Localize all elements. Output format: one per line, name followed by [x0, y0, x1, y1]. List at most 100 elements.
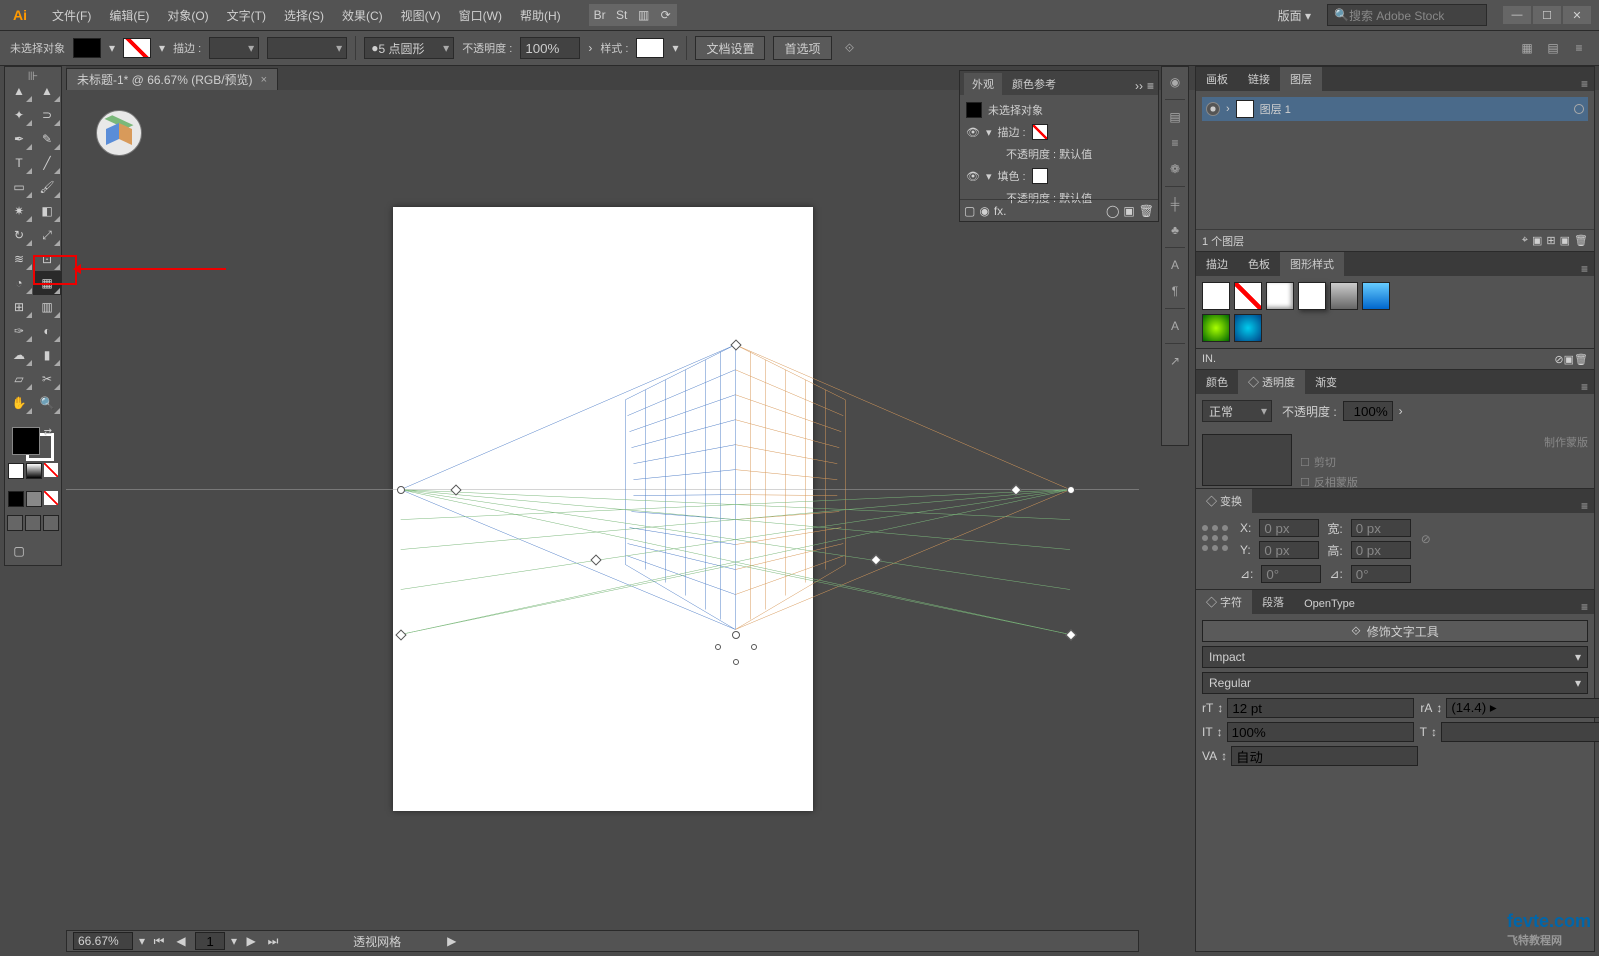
add-effect-icon[interactable]: fx.: [994, 204, 1007, 218]
new-layer-icon[interactable]: ▣: [1560, 234, 1570, 247]
panel-menu-icon[interactable]: ≡: [1575, 380, 1594, 394]
curvature-tool[interactable]: ✎: [33, 127, 61, 151]
plane-left-icon[interactable]: [106, 123, 119, 145]
vscale-input[interactable]: [1227, 722, 1414, 742]
grid-handle-ground-right[interactable]: [1065, 629, 1076, 640]
font-family-dropdown[interactable]: Impact: [1202, 646, 1588, 668]
align2-icon[interactable]: ▤: [1543, 38, 1563, 58]
status-flyout-icon[interactable]: ▶: [447, 934, 456, 948]
touch-type-button[interactable]: ⟐修饰文字工具: [1202, 620, 1588, 642]
transparency-tab[interactable]: ◇ 透明度: [1238, 370, 1305, 394]
style-swatch[interactable]: [1234, 314, 1262, 342]
last-artboard-icon[interactable]: ⏭: [265, 933, 281, 949]
dock-align-icon[interactable]: A: [1164, 315, 1186, 337]
artboard-tool[interactable]: ▱: [5, 367, 33, 391]
panel-collapse-icon[interactable]: ››: [1135, 79, 1143, 93]
gradient-fill-icon[interactable]: [26, 463, 42, 479]
width-tool[interactable]: ≋: [5, 247, 33, 271]
visibility-icon[interactable]: 👁: [966, 126, 980, 139]
delete-icon[interactable]: 🗑: [1139, 204, 1154, 218]
opacity-flyout-icon[interactable]: ›: [588, 41, 592, 55]
none-mode-icon[interactable]: [44, 491, 58, 505]
document-setup-button[interactable]: 文档设置: [695, 36, 765, 60]
grid-handle-left-vp[interactable]: [397, 486, 405, 494]
opacity-input[interactable]: [520, 37, 580, 59]
panel-menu-icon[interactable]: ≡: [1575, 499, 1594, 513]
minimize-button[interactable]: —: [1503, 6, 1531, 24]
color-tab[interactable]: 颜色: [1196, 370, 1238, 394]
panel-menu-icon[interactable]: ≡: [1147, 79, 1154, 93]
artboard-nav-dropdown-icon[interactable]: ▾: [231, 934, 237, 948]
paragraph-tab[interactable]: 段落: [1252, 590, 1294, 614]
clip-checkbox[interactable]: ☐剪切: [1300, 454, 1588, 470]
w-input[interactable]: [1351, 519, 1411, 537]
dock-swatch-icon[interactable]: ▤: [1164, 106, 1186, 128]
first-artboard-icon[interactable]: ⏮: [151, 933, 167, 949]
layer-name[interactable]: 图层 1: [1260, 101, 1291, 117]
grid-handle-right-vp[interactable]: [1067, 486, 1075, 494]
default-fill-icon[interactable]: [8, 463, 24, 479]
stroke-dropdown-icon[interactable]: ▾: [159, 41, 165, 55]
leading-input[interactable]: [1446, 698, 1599, 718]
hscale-input[interactable]: [1441, 722, 1599, 742]
zoom-dropdown-icon[interactable]: ▾: [139, 934, 145, 948]
zoom-tool[interactable]: 🔍: [33, 391, 61, 415]
locate-icon[interactable]: ⌖: [1522, 234, 1528, 247]
grid-cell-handle[interactable]: [733, 659, 739, 665]
stroke-swatch[interactable]: [1032, 124, 1048, 140]
fill-dropdown-icon[interactable]: ▾: [109, 41, 115, 55]
close-tab-icon[interactable]: ×: [261, 74, 267, 86]
paintbrush-tool[interactable]: 🖌: [33, 175, 61, 199]
arrange-icon[interactable]: ▥: [633, 4, 655, 26]
slice-tool[interactable]: ✂: [33, 367, 61, 391]
column-graph-tool[interactable]: ▮: [33, 343, 61, 367]
reference-point[interactable]: [1202, 525, 1230, 553]
rotate-tool[interactable]: ↻: [5, 223, 33, 247]
appearance-tab[interactable]: 外观: [964, 73, 1002, 95]
fill-swatch[interactable]: [1032, 168, 1048, 184]
shape-builder-tool[interactable]: ◔: [5, 271, 33, 295]
gradient-tab[interactable]: 渐变: [1305, 370, 1347, 394]
stroke-variable[interactable]: [267, 37, 347, 59]
opacity-flyout-icon[interactable]: ›: [1399, 404, 1403, 418]
lasso-tool[interactable]: ⊃: [33, 103, 61, 127]
dock-gradient-icon[interactable]: ♣: [1164, 219, 1186, 241]
dock-brush-icon[interactable]: ≡: [1164, 132, 1186, 154]
prev-artboard-icon[interactable]: ◀: [173, 933, 189, 949]
character-tab[interactable]: ◇ 字符: [1196, 590, 1252, 614]
style-swatch[interactable]: [1202, 314, 1230, 342]
kerning-input[interactable]: [1231, 746, 1418, 766]
dock-stroke-icon[interactable]: ╪: [1164, 193, 1186, 215]
fill-swatch[interactable]: [73, 38, 101, 58]
zoom-level[interactable]: 66.67%: [73, 932, 133, 950]
opentype-tab[interactable]: OpenType: [1294, 594, 1365, 614]
visibility-icon[interactable]: 👁: [966, 170, 980, 183]
blend-mode-dropdown[interactable]: 正常: [1202, 400, 1272, 422]
font-style-dropdown[interactable]: Regular: [1202, 672, 1588, 694]
gradient-tool[interactable]: ▥: [33, 295, 61, 319]
eyedropper-tool[interactable]: ✑: [5, 319, 33, 343]
shaper-tool[interactable]: ✷: [5, 199, 33, 223]
close-button[interactable]: ✕: [1563, 6, 1591, 24]
magic-wand-tool[interactable]: ✦: [5, 103, 33, 127]
menu-edit[interactable]: 编辑(E): [101, 3, 157, 28]
document-tab[interactable]: 未标题-1* @ 66.67% (RGB/预览) ×: [66, 68, 278, 90]
lib-new-icon[interactable]: ▣: [1564, 353, 1574, 366]
menu-window[interactable]: 窗口(W): [451, 3, 510, 28]
fill-proxy[interactable]: [12, 427, 40, 455]
lib-delete-icon[interactable]: 🗑: [1574, 353, 1588, 366]
style-swatch[interactable]: [1234, 282, 1262, 310]
font-size-input[interactable]: [1227, 698, 1414, 718]
workspace-switcher[interactable]: 版面 ▾: [1270, 3, 1319, 28]
dock-para-icon[interactable]: ¶: [1164, 280, 1186, 302]
draw-inside-icon[interactable]: [43, 515, 59, 531]
color-mode-icon[interactable]: [8, 491, 24, 507]
none-fill-icon[interactable]: [44, 463, 58, 477]
mesh-tool[interactable]: ⊞: [5, 295, 33, 319]
style-swatch[interactable]: [1266, 282, 1294, 310]
selection-tool[interactable]: ▲: [5, 79, 33, 103]
angle-input[interactable]: [1261, 565, 1321, 583]
invert-checkbox[interactable]: ☐反相蒙版: [1300, 474, 1588, 490]
eraser-tool[interactable]: ◧: [33, 199, 61, 223]
panel-menu-icon[interactable]: ≡: [1575, 600, 1594, 614]
